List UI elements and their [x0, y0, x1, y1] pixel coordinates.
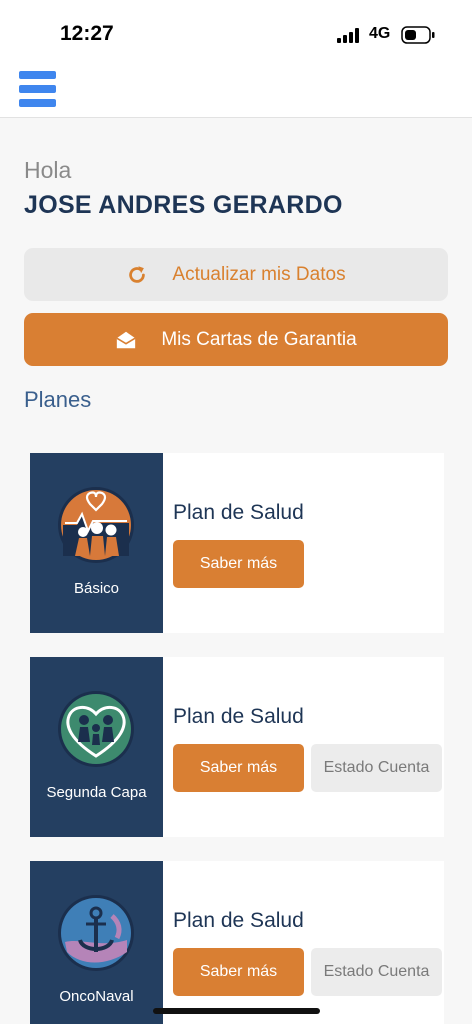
network-type: 4G: [369, 25, 391, 42]
account-statement-button[interactable]: Estado Cuenta: [311, 744, 442, 792]
plan-title: Plan de Salud: [173, 501, 304, 524]
plan-title: Plan de Salud: [173, 705, 304, 728]
plan-badge: Básico: [30, 453, 163, 633]
home-indicator[interactable]: [153, 1008, 320, 1014]
update-data-button[interactable]: Actualizar mis Datos: [24, 248, 448, 301]
health-family-logo-icon: [58, 487, 134, 563]
greeting-text: Hola: [24, 157, 72, 183]
battery-icon: [401, 26, 435, 44]
learn-more-button[interactable]: Saber más: [173, 540, 304, 588]
account-statement-button[interactable]: Estado Cuenta: [311, 948, 442, 996]
anchor-ribbon-logo-icon: [58, 895, 134, 971]
app-header: [0, 62, 472, 118]
envelope-open-icon: [116, 331, 136, 348]
plan-badge-label: OncoNaval: [59, 988, 134, 1005]
plan-badge-label: Segunda Capa: [46, 784, 147, 801]
guarantee-letters-label: Mis Cartas de Garantia: [161, 328, 357, 350]
plan-badge: OncoNaval: [30, 861, 163, 1024]
plan-card-basico: Básico Plan de Salud Saber más: [30, 453, 444, 633]
plan-badge-label: Básico: [73, 580, 120, 597]
refresh-icon: [129, 265, 146, 283]
status-time: 12:27: [60, 22, 114, 45]
update-data-label: Actualizar mis Datos: [172, 263, 346, 285]
family-heart-logo-icon: [58, 691, 134, 767]
user-name: JOSE ANDRES GERARDO: [24, 191, 343, 219]
guarantee-letters-button[interactable]: Mis Cartas de Garantia: [24, 313, 448, 366]
plan-title: Plan de Salud: [173, 909, 304, 932]
signal-icon: [337, 28, 359, 43]
learn-more-button[interactable]: Saber más: [173, 744, 304, 792]
plan-card-onconaval: OncoNaval Plan de Salud Saber más Estado…: [30, 861, 444, 1024]
hamburger-menu-icon[interactable]: [19, 71, 57, 109]
plan-card-segunda-capa: Segunda Capa Plan de Salud Saber más Est…: [30, 657, 444, 837]
learn-more-button[interactable]: Saber más: [173, 948, 304, 996]
plans-section-title: Planes: [24, 387, 92, 412]
status-bar: 12:27 4G: [0, 0, 472, 62]
plan-badge: Segunda Capa: [30, 657, 163, 837]
